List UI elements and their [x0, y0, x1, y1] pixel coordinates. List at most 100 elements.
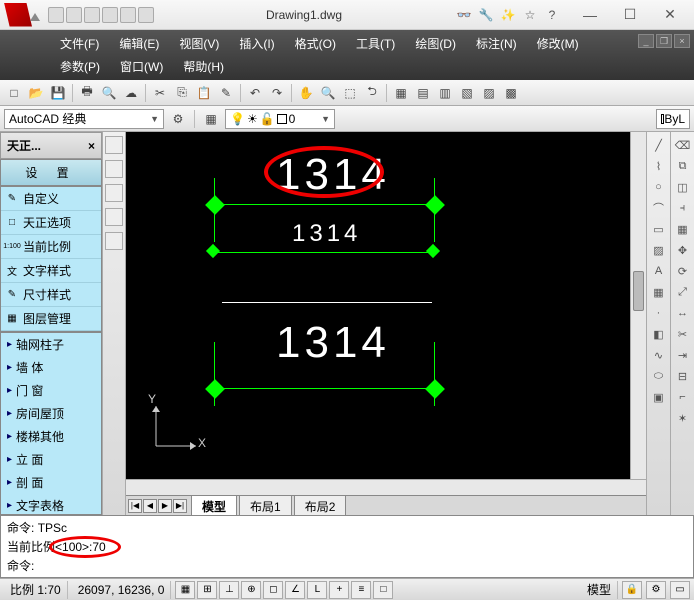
spline-icon[interactable]: ∿	[650, 346, 668, 364]
panel-item-scale[interactable]: 1:100当前比例	[1, 235, 101, 259]
panel-item-custom[interactable]: ✎自定义	[1, 187, 101, 211]
lwt-toggle[interactable]: ≡	[351, 581, 371, 599]
star-icon[interactable]: ☆	[520, 5, 540, 25]
settings-header[interactable]: 设 置	[0, 159, 102, 186]
stretch-icon[interactable]: ↔	[674, 304, 692, 322]
qat-print-icon[interactable]	[138, 7, 154, 23]
menu-param[interactable]: 参数(P)	[50, 55, 110, 78]
open-icon[interactable]: 📂	[26, 83, 46, 103]
menu-edit[interactable]: 编辑(E)	[109, 32, 169, 55]
layer-combo[interactable]: 💡 ☀ 🔓 0 ▼	[225, 109, 335, 129]
table-icon[interactable]: ▦	[650, 283, 668, 301]
menu-window[interactable]: 窗口(W)	[110, 55, 173, 78]
menu-help[interactable]: 帮助(H)	[173, 55, 234, 78]
layer-btn-2[interactable]	[105, 160, 123, 178]
region-icon[interactable]: ◧	[650, 325, 668, 343]
panel-item-options[interactable]: □天正选项	[1, 211, 101, 235]
workspace-combo[interactable]: AutoCAD 经典 ▼	[4, 109, 164, 129]
cat-stair[interactable]: 楼梯其他	[1, 425, 101, 448]
fillet-icon[interactable]: ⌐	[674, 388, 692, 406]
dyn-toggle[interactable]: +	[329, 581, 349, 599]
ortho-toggle[interactable]: ⊥	[219, 581, 239, 599]
app-logo-icon[interactable]	[4, 3, 32, 27]
cat-axis[interactable]: 轴网柱子	[1, 333, 101, 356]
mirror-icon[interactable]: ◫	[674, 178, 692, 196]
mdi-close-button[interactable]: ×	[674, 34, 690, 48]
zoom-prev-icon[interactable]: ⮌	[362, 83, 382, 103]
copy-mod-icon[interactable]: ⧉	[674, 157, 692, 175]
layer-btn-4[interactable]	[105, 208, 123, 226]
tab-layout2[interactable]: 布局2	[294, 495, 347, 516]
tab-layout1[interactable]: 布局1	[239, 495, 292, 516]
cat-elev[interactable]: 立 面	[1, 448, 101, 471]
sheet-set-icon[interactable]: ▧	[457, 83, 477, 103]
zoom-icon[interactable]: 🔍	[318, 83, 338, 103]
text-icon[interactable]: A	[650, 262, 668, 280]
cat-text[interactable]: 文字表格	[1, 494, 101, 515]
panel-item-dimstyle[interactable]: ✎尺寸样式	[1, 283, 101, 307]
status-clean-icon[interactable]: ▭	[670, 581, 690, 599]
qat-save-icon[interactable]	[84, 7, 100, 23]
command-window[interactable]: 命令: TPSc 当前比例 <100>:70 命令:	[0, 515, 694, 578]
layer-btn-5[interactable]	[105, 232, 123, 250]
cut-icon[interactable]: ✂	[150, 83, 170, 103]
otrack-toggle[interactable]: ∠	[285, 581, 305, 599]
paste-icon[interactable]: 📋	[194, 83, 214, 103]
mdi-restore-button[interactable]: ❐	[656, 34, 672, 48]
zoom-window-icon[interactable]: ⬚	[340, 83, 360, 103]
design-center-icon[interactable]: ▤	[413, 83, 433, 103]
scale-mod-icon[interactable]: ⤢	[674, 283, 692, 301]
rect-icon[interactable]: ▭	[650, 220, 668, 238]
print-icon[interactable]: 🖶	[77, 83, 97, 103]
erase-icon[interactable]: ⌫	[674, 136, 692, 154]
scroll-thumb[interactable]	[633, 271, 644, 311]
ellipse-icon[interactable]: ⬭	[650, 367, 668, 385]
horizontal-scrollbar[interactable]	[126, 479, 646, 495]
grid-toggle[interactable]: ⊞	[197, 581, 217, 599]
copy-icon[interactable]: ⎘	[172, 83, 192, 103]
point-icon[interactable]: ·	[650, 304, 668, 322]
polyline-icon[interactable]: ⌇	[650, 157, 668, 175]
snap-toggle[interactable]: ▦	[175, 581, 195, 599]
qat-open-icon[interactable]	[66, 7, 82, 23]
color-combo[interactable]: ByL	[656, 109, 690, 129]
pan-icon[interactable]: ✋	[296, 83, 316, 103]
help-icon[interactable]: ?	[542, 5, 562, 25]
explode-icon[interactable]: ✶	[674, 409, 692, 427]
properties-icon[interactable]: ▦	[391, 83, 411, 103]
ducs-toggle[interactable]: L	[307, 581, 327, 599]
cat-section[interactable]: 剖 面	[1, 471, 101, 494]
binoculars-icon[interactable]: 👓	[454, 5, 474, 25]
rotate-icon[interactable]: ⟳	[674, 262, 692, 280]
publish-icon[interactable]: ☁	[121, 83, 141, 103]
tab-next-button[interactable]: ▶	[158, 499, 172, 513]
qat-undo-icon[interactable]	[102, 7, 118, 23]
tool-palette-icon[interactable]: ▥	[435, 83, 455, 103]
qat-new-icon[interactable]	[48, 7, 64, 23]
menu-format[interactable]: 格式(O)	[285, 32, 346, 55]
tab-first-button[interactable]: |◀	[128, 499, 142, 513]
undo-icon[interactable]: ↶	[245, 83, 265, 103]
cat-door[interactable]: 门 窗	[1, 379, 101, 402]
menu-file[interactable]: 文件(F)	[50, 32, 109, 55]
maximize-button[interactable]: ☐	[610, 1, 650, 29]
polar-toggle[interactable]: ⊕	[241, 581, 261, 599]
preview-icon[interactable]: 🔍	[99, 83, 119, 103]
offset-icon[interactable]: ⫞	[674, 199, 692, 217]
block-icon[interactable]: ▣	[650, 388, 668, 406]
line-icon[interactable]: ╱	[650, 136, 668, 154]
tab-prev-button[interactable]: ◀	[143, 499, 157, 513]
layer-btn-1[interactable]	[105, 136, 123, 154]
cat-wall[interactable]: 墙 体	[1, 356, 101, 379]
drawing-canvas[interactable]: 1314 1314 1314	[126, 132, 630, 479]
panel-item-textstyle[interactable]: 文文字样式	[1, 259, 101, 283]
new-icon[interactable]: □	[4, 83, 24, 103]
tab-last-button[interactable]: ▶|	[173, 499, 187, 513]
circle-icon[interactable]: ○	[650, 178, 668, 196]
close-button[interactable]: ✕	[650, 1, 690, 29]
mdi-min-button[interactable]: _	[638, 34, 654, 48]
menu-draw[interactable]: 绘图(D)	[405, 32, 466, 55]
status-scale[interactable]: 比例 1:70	[4, 581, 68, 599]
cat-room[interactable]: 房间屋顶	[1, 402, 101, 425]
hatch-icon[interactable]: ▨	[650, 241, 668, 259]
